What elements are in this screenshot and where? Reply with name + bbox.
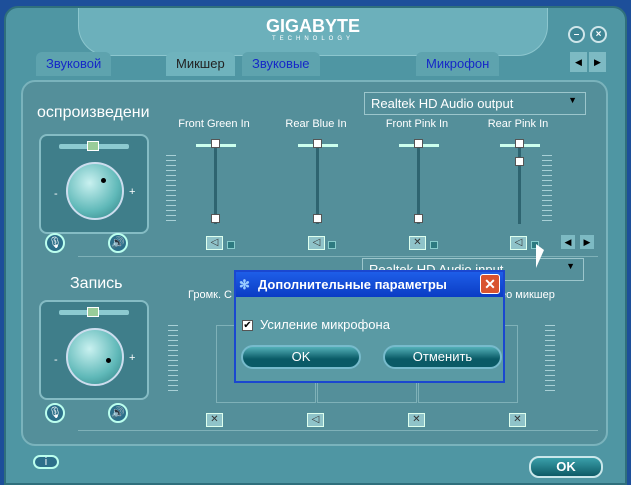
knob-indicator [106, 358, 111, 363]
scroll-left-button[interactable]: ◀ [561, 235, 575, 249]
dialog-ok-button[interactable]: OK [241, 345, 361, 369]
channel-volume-thumb[interactable] [313, 214, 322, 223]
scale-ticks [542, 155, 552, 225]
channel-balance-thumb[interactable] [414, 139, 423, 148]
channel-volume-track[interactable] [316, 148, 319, 224]
microphone-icon[interactable]: 🎙 [45, 233, 65, 253]
tab-prev-button[interactable]: ◀ [570, 52, 587, 72]
playback-device-select[interactable]: Realtek HD Audio output ▼ [364, 92, 586, 115]
channel-balance-thumb[interactable] [515, 139, 524, 148]
playback-device-value: Realtek HD Audio output [371, 96, 514, 111]
minimize-button[interactable]: – [568, 26, 585, 43]
channel-option[interactable] [227, 241, 235, 249]
knob-minus: - [54, 188, 58, 200]
knob-indicator [101, 178, 106, 183]
knob-minus: - [54, 354, 58, 366]
speaker-icon[interactable]: 🔊 [108, 233, 128, 253]
brand-sub: TECHNOLOGY [271, 36, 354, 42]
advanced-settings-dialog: ✻ Дополнительные параметры ✕ ✔ Усиление … [234, 270, 505, 383]
chevron-down-icon: ▼ [568, 95, 577, 105]
knob-plus: + [129, 186, 136, 198]
tab-microphone[interactable]: Микрофон [416, 52, 500, 76]
chevron-down-icon: ▼ [566, 261, 575, 271]
tab-audio-io[interactable]: Звуковые входы/выходы [242, 52, 320, 119]
divider [78, 430, 598, 431]
channel-volume-thumb[interactable] [414, 214, 423, 223]
dialog-close-button[interactable]: ✕ [480, 274, 500, 294]
balance-thumb[interactable] [87, 141, 99, 151]
channel-label: Front Green In [178, 118, 250, 130]
record-balance-slider[interactable] [59, 307, 129, 317]
mute-button[interactable]: ◁ [307, 413, 324, 427]
speaker-icon[interactable]: 🔊 [108, 403, 128, 423]
channel-volume-track[interactable] [417, 148, 420, 224]
brand-logo: GIGABYTE [265, 16, 360, 36]
mouse-cursor [536, 244, 544, 268]
channel-label: Rear Pink In [487, 118, 549, 130]
microphone-icon[interactable]: 🎙 [45, 403, 65, 423]
tab-mixer[interactable]: Микшер [166, 52, 235, 76]
record-channel-label: ео микшер [500, 289, 555, 301]
mic-boost-checkbox[interactable]: ✔ [242, 320, 253, 331]
playback-volume-knob[interactable] [66, 162, 124, 220]
channel-balance-thumb[interactable] [211, 139, 220, 148]
playback-title: оспроизведени [37, 104, 150, 121]
channel-label: Front Pink In [385, 118, 449, 130]
balance-thumb[interactable] [87, 307, 99, 317]
knob-plus: + [129, 352, 136, 364]
playback-volume-box: - + [39, 134, 149, 234]
mute-button[interactable]: ✕ [206, 413, 223, 427]
dialog-cancel-button[interactable]: Отменить [383, 345, 502, 369]
mute-button[interactable]: ◁ [510, 236, 527, 250]
app-icon: ✻ [239, 277, 250, 292]
ok-button[interactable]: OK [529, 456, 603, 478]
dialog-title: Дополнительные параметры [258, 277, 447, 292]
mute-button[interactable]: ◁ [206, 236, 223, 250]
header: GIGABYTE TECHNOLOGY [78, 8, 548, 56]
scale-ticks [168, 325, 178, 395]
info-icon[interactable]: i [33, 455, 59, 469]
channel-option[interactable] [328, 241, 336, 249]
scale-ticks [545, 325, 555, 395]
tab-sound-effect[interactable]: Звуковой эффект [36, 52, 112, 95]
mute-button[interactable]: ✕ [409, 236, 426, 250]
channel-volume-thumb[interactable] [515, 156, 524, 166]
mic-boost-label: Усиление микрофона [260, 317, 390, 332]
channel-label: Rear Blue In [285, 118, 347, 130]
record-volume-knob[interactable] [66, 328, 124, 386]
channel-option[interactable] [430, 241, 438, 249]
divider [78, 256, 598, 257]
close-button[interactable]: × [590, 26, 607, 43]
channel-volume-thumb[interactable] [211, 214, 220, 223]
playback-balance-slider[interactable] [59, 141, 129, 151]
scroll-right-button[interactable]: ▶ [580, 235, 594, 249]
record-volume-box: - + [39, 300, 149, 400]
channel-volume-track[interactable] [214, 148, 217, 224]
channel-balance-thumb[interactable] [313, 139, 322, 148]
mute-button[interactable]: ✕ [408, 413, 425, 427]
tab-next-button[interactable]: ▶ [589, 52, 606, 72]
mute-button[interactable]: ◁ [308, 236, 325, 250]
mute-button[interactable]: ✕ [509, 413, 526, 427]
dialog-titlebar: ✻ Дополнительные параметры ✕ [236, 272, 503, 297]
scale-ticks [166, 155, 176, 225]
record-title: Запись [70, 275, 123, 292]
